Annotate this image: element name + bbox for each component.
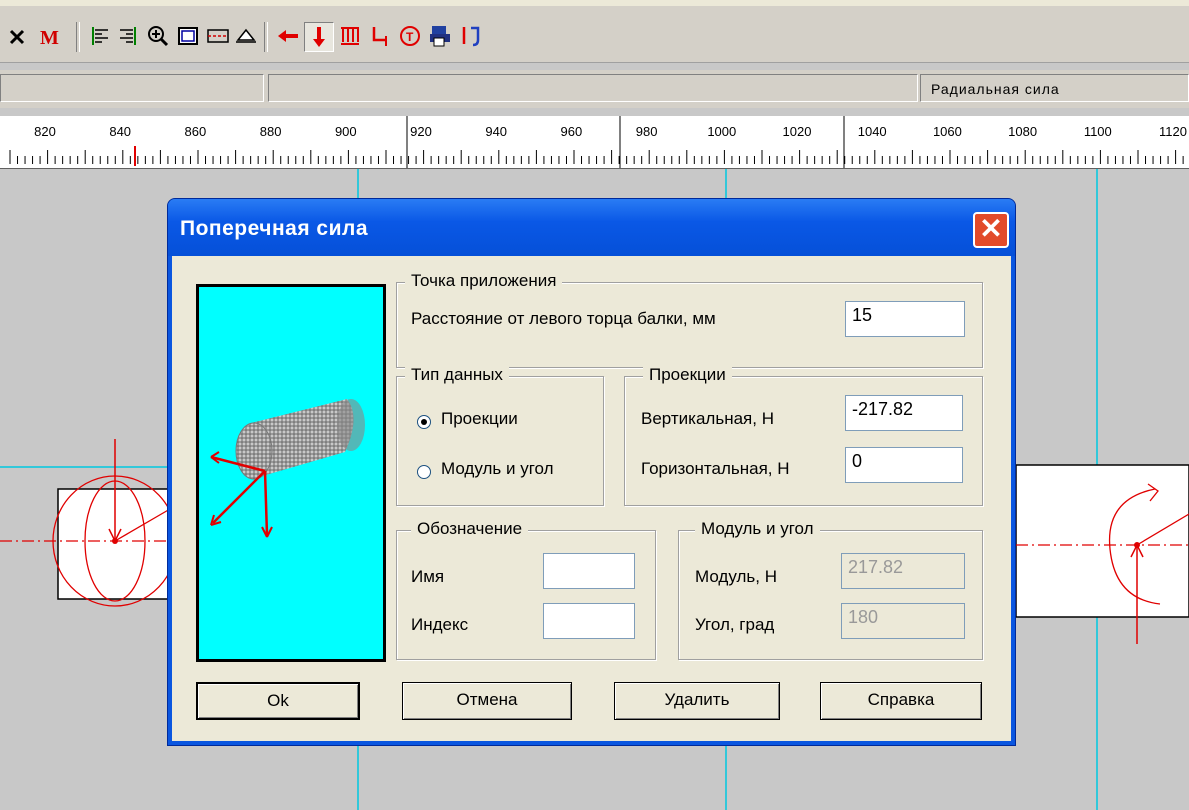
ruler-tick-label: 1060	[933, 124, 962, 139]
ruler-tick-label: 900	[335, 124, 357, 139]
projections-group: Проекции Вертикальная, Н -217.82 Горизон…	[624, 365, 983, 506]
ok-button[interactable]: Ok	[196, 682, 360, 720]
ruler-tick-label: 1040	[858, 124, 887, 139]
toolbar-separator	[264, 22, 268, 52]
radio-projections[interactable]	[417, 415, 431, 429]
designation-group-legend: Обозначение	[411, 519, 529, 539]
ruler-tick-label: 920	[410, 124, 432, 139]
vertical-input[interactable]: -217.82	[845, 395, 963, 431]
point-group: Точка приложения Расстояние от левого то…	[396, 271, 983, 368]
ruler-tick-label: 860	[185, 124, 207, 139]
torque-icon[interactable]: T	[396, 22, 424, 50]
projections-group-legend: Проекции	[643, 365, 732, 385]
delete-button[interactable]: Удалить	[614, 682, 780, 720]
svg-text:T: T	[406, 30, 414, 44]
align-left-icon[interactable]	[86, 22, 114, 50]
ruler-scale: 820 840 860 880 900 920 940 960 980 1000 1020 1040 1…	[9, 116, 1187, 168]
transverse-force-dialog: Поперечная сила ✕ Точка приложения Расст…	[167, 198, 1016, 746]
printer-icon[interactable]	[426, 22, 454, 50]
distance-input[interactable]: 15	[845, 301, 965, 337]
horizontal-ruler: 820 840 860 880 900 920 940 960 980 1000 1020 1040 1…	[0, 116, 1189, 169]
distance-label: Расстояние от левого торца балки, мм	[411, 309, 716, 328]
beam-segment-left	[57, 488, 171, 600]
angle-label: Угол, град	[695, 615, 775, 634]
module-angle-group-legend: Модуль и угол	[695, 519, 820, 539]
radio-projections-label[interactable]: Проекции	[441, 409, 518, 429]
ruler-tick-label: 880	[260, 124, 282, 139]
angle-input: 180	[841, 603, 965, 639]
ruler-tick-label: 840	[109, 124, 131, 139]
name-label: Имя	[411, 567, 445, 586]
help-button[interactable]: Справка	[820, 682, 982, 720]
toolbar: M T	[0, 0, 1189, 63]
datatype-group: Тип данных Проекции Модуль и угол	[396, 365, 604, 506]
status-field-2	[268, 74, 918, 102]
index-input[interactable]	[543, 603, 635, 639]
arrow-left-icon[interactable]	[274, 22, 302, 50]
cancel-button[interactable]: Отмена	[402, 682, 572, 720]
designation-group: Обозначение Имя Индекс	[396, 519, 656, 660]
vertical-label: Вертикальная, Н	[641, 409, 774, 428]
name-input[interactable]	[543, 553, 635, 589]
toolbar-top-strip	[0, 0, 1189, 6]
distributed-load-icon[interactable]	[336, 22, 364, 50]
step-icon[interactable]	[366, 22, 394, 50]
datatype-group-legend: Тип данных	[405, 365, 509, 385]
status-bar: Радиальная сила	[0, 70, 1189, 108]
dialog-body: Точка приложения Расстояние от левого то…	[172, 256, 1011, 741]
beam-segment-right	[1015, 464, 1189, 618]
align-right-icon[interactable]	[114, 22, 142, 50]
force-preview-panel	[196, 284, 386, 662]
point-group-legend: Точка приложения	[405, 271, 563, 291]
dialog-title: Поперечная сила	[180, 217, 369, 240]
ruler-tick-label: 1080	[1008, 124, 1037, 139]
radio-module-angle[interactable]	[417, 465, 431, 479]
section-icon[interactable]	[204, 22, 232, 50]
ruler-tick-label: 960	[561, 124, 583, 139]
horizontal-label: Горизонтальная, Н	[641, 459, 790, 478]
ruler-tick-label: 1000	[707, 124, 736, 139]
support-icon[interactable]	[232, 22, 260, 50]
moment-icon[interactable]	[456, 22, 484, 50]
svg-text:M: M	[40, 27, 59, 48]
close-x-icon[interactable]	[4, 22, 32, 50]
module-input: 217.82	[841, 553, 965, 589]
toolbar-separator	[76, 22, 80, 52]
m-icon[interactable]: M	[36, 22, 64, 50]
dialog-titlebar[interactable]: Поперечная сила ✕	[168, 199, 1015, 256]
rectangle-icon[interactable]	[174, 22, 202, 50]
arrow-down-icon[interactable]	[304, 22, 334, 52]
radio-module-angle-label[interactable]: Модуль и угол	[441, 459, 554, 479]
module-angle-group: Модуль и угол Модуль, Н 217.82 Угол, гра…	[678, 519, 983, 660]
horizontal-input[interactable]: 0	[845, 447, 963, 483]
cylinder-force-icon	[210, 399, 365, 538]
ruler-tick-label: 980	[636, 124, 658, 139]
ruler-tick-label: 1020	[783, 124, 812, 139]
ruler-tick-label: 1120	[1159, 124, 1187, 139]
ruler-tick-label: 1100	[1084, 124, 1112, 139]
force-point-right	[1134, 542, 1140, 548]
close-button[interactable]: ✕	[973, 212, 1009, 248]
ruler-tick-label: 820	[34, 124, 56, 139]
force-point-left	[112, 538, 118, 544]
index-label: Индекс	[411, 615, 469, 634]
module-label: Модуль, Н	[695, 567, 777, 586]
ruler-tick-label: 940	[485, 124, 507, 139]
status-field-1	[0, 74, 264, 102]
zoom-in-icon[interactable]	[144, 22, 172, 50]
status-field-3: Радиальная сила	[920, 74, 1189, 102]
